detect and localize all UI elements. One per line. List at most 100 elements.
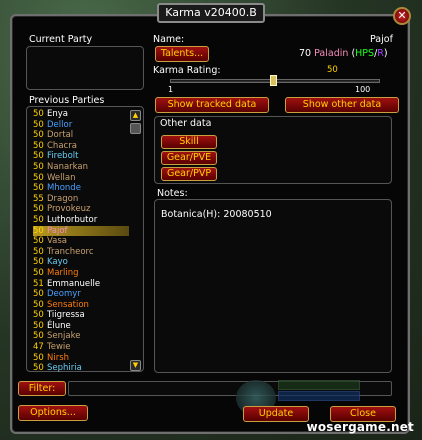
- party-member-name: Marling: [47, 267, 79, 278]
- party-list-item[interactable]: 50 Kayo: [33, 257, 129, 268]
- party-member-level: 50: [33, 246, 44, 257]
- filter-button[interactable]: Filter:: [18, 381, 66, 396]
- karma-min-label: 1: [168, 85, 174, 94]
- party-member-name: Nirsh: [47, 352, 70, 363]
- party-list-item[interactable]: 50 Nanarkan: [33, 162, 129, 173]
- unit-frame-health-bar: [278, 380, 360, 390]
- karma-slider-thumb[interactable]: [269, 75, 277, 86]
- party-list-item[interactable]: 50 Élune: [33, 321, 129, 332]
- party-list-item[interactable]: 50 Vasa: [33, 236, 129, 247]
- unit-frame-mana-bar: [278, 391, 360, 401]
- name-label: Name:: [153, 34, 185, 45]
- player-level: 70: [299, 48, 312, 59]
- party-list-item[interactable]: 50 Trancheorc: [33, 247, 129, 258]
- karma-rating-label: Karma Rating:: [153, 65, 221, 76]
- party-member-name: Chacra: [47, 140, 77, 151]
- other-data-label: Other data: [160, 118, 212, 129]
- party-list-item[interactable]: 55 Dragon: [33, 194, 129, 205]
- party-list-item[interactable]: 50 Deomyr: [33, 289, 129, 300]
- party-list-item[interactable]: 51 Emmanuelle: [33, 279, 129, 290]
- party-member-name: Tiigressa: [47, 310, 85, 321]
- party-member-name: Vasa: [47, 236, 68, 247]
- party-list-item[interactable]: 50 Enya: [33, 109, 129, 120]
- previous-parties-panel: 50 Enya 50 Dellor 50 Dortal 50 Chacra 50 Firebolt…: [26, 106, 144, 374]
- party-member-name: Trancheorc: [47, 246, 94, 257]
- party-member-level: 50: [33, 183, 44, 194]
- party-member-name: Mhonde: [47, 183, 81, 194]
- party-list-item[interactable]: 50 Pajof: [33, 225, 129, 237]
- party-list-item[interactable]: 50 Chacra: [33, 141, 129, 152]
- party-list-item[interactable]: 50 Dortal: [33, 130, 129, 141]
- party-member-level: 50: [33, 109, 44, 119]
- party-list-item[interactable]: 50 Sensation: [33, 300, 129, 311]
- party-member-name: Dragon: [47, 193, 79, 204]
- party-member-level: 50: [33, 352, 44, 363]
- party-member-name: Élune: [47, 320, 71, 331]
- party-member-name: Dellor: [47, 119, 73, 130]
- current-party-label: Current Party: [29, 34, 93, 45]
- party-member-level: 55: [33, 193, 44, 204]
- party-member-name: Senjake: [47, 331, 81, 342]
- options-button[interactable]: Options...: [18, 405, 88, 421]
- party-member-level: 50: [33, 363, 44, 374]
- party-member-name: Enya: [47, 109, 68, 119]
- party-list-item[interactable]: 50 Marling: [33, 268, 129, 279]
- notes-label: Notes:: [157, 188, 188, 199]
- party-member-level: 50: [33, 214, 44, 225]
- party-member-level: 50: [33, 310, 44, 321]
- show-other-data-button[interactable]: Show other data: [285, 97, 399, 113]
- party-member-level: 47: [33, 342, 44, 353]
- close-icon[interactable]: ✕: [393, 7, 411, 25]
- party-list-item[interactable]: 50 Firebolt: [33, 151, 129, 162]
- party-list-item[interactable]: 50 Mhonde: [33, 183, 129, 194]
- notes-text[interactable]: Botanica(H): 20080510: [161, 209, 272, 220]
- gear-pvp-button[interactable]: Gear/PVP: [161, 167, 217, 181]
- party-list-item[interactable]: 50 Senjake: [33, 331, 129, 342]
- update-button[interactable]: Update: [243, 406, 309, 422]
- party-list-item[interactable]: 50 Sephiria: [33, 363, 129, 374]
- party-member-level: 50: [33, 161, 44, 172]
- party-list-item[interactable]: 50 Luthorbutor: [33, 215, 129, 226]
- talents-button[interactable]: Talents...: [155, 46, 209, 62]
- party-list-item[interactable]: 47 Tewie: [33, 342, 129, 353]
- party-member-level: 50: [33, 299, 44, 310]
- party-member-level: 50: [33, 204, 44, 215]
- party-member-level: 50: [33, 119, 44, 130]
- party-list-item[interactable]: 50 Dellor: [33, 120, 129, 131]
- gear-pve-button[interactable]: Gear/PVE: [161, 151, 217, 165]
- party-list-item[interactable]: 50 Nirsh: [33, 353, 129, 364]
- party-member-level: 50: [33, 331, 44, 342]
- window-title[interactable]: Karma v20400.B: [157, 3, 265, 23]
- party-member-level: 50: [33, 172, 44, 183]
- party-member-name: Kayo: [47, 257, 68, 268]
- party-list-item[interactable]: 50 Wellan: [33, 173, 129, 184]
- party-member-level: 50: [33, 140, 44, 151]
- party-member-name: Dortal: [47, 130, 74, 141]
- notes-panel[interactable]: Botanica(H): 20080510: [154, 199, 392, 373]
- party-member-name: Emmanuelle: [47, 278, 101, 289]
- party-list: 50 Enya 50 Dellor 50 Dortal 50 Chacra 50 Firebolt…: [33, 109, 129, 374]
- party-member-name: Tewie: [47, 342, 71, 353]
- party-member-level: 50: [33, 225, 44, 236]
- party-member-level: 50: [33, 320, 44, 331]
- role-hps: HPS: [355, 48, 375, 59]
- party-member-name: Luthorbutor: [47, 214, 98, 225]
- party-member-name: Sensation: [47, 299, 89, 310]
- party-member-level: 50: [33, 267, 44, 278]
- scroll-down-icon[interactable]: ▼: [130, 360, 141, 371]
- party-member-level: 50: [33, 236, 44, 247]
- party-member-level: 50: [33, 151, 44, 162]
- party-member-level: 51: [33, 278, 44, 289]
- karma-max-label: 100: [355, 85, 371, 94]
- show-tracked-data-button[interactable]: Show tracked data: [155, 97, 269, 113]
- karma-rating-value: 50: [327, 65, 338, 75]
- skill-button[interactable]: Skill: [161, 135, 217, 149]
- party-member-level: 50: [33, 130, 44, 141]
- party-member-name: Deomyr: [47, 289, 81, 300]
- scroll-up-icon[interactable]: ▲: [130, 110, 141, 121]
- party-member-name: Firebolt: [47, 151, 79, 162]
- scrollbar-thumb[interactable]: [130, 123, 141, 134]
- party-member-name: Nanarkan: [47, 161, 89, 172]
- party-list-item[interactable]: 50 Tiigressa: [33, 310, 129, 321]
- party-list-item[interactable]: 50 Provokeuz: [33, 204, 129, 215]
